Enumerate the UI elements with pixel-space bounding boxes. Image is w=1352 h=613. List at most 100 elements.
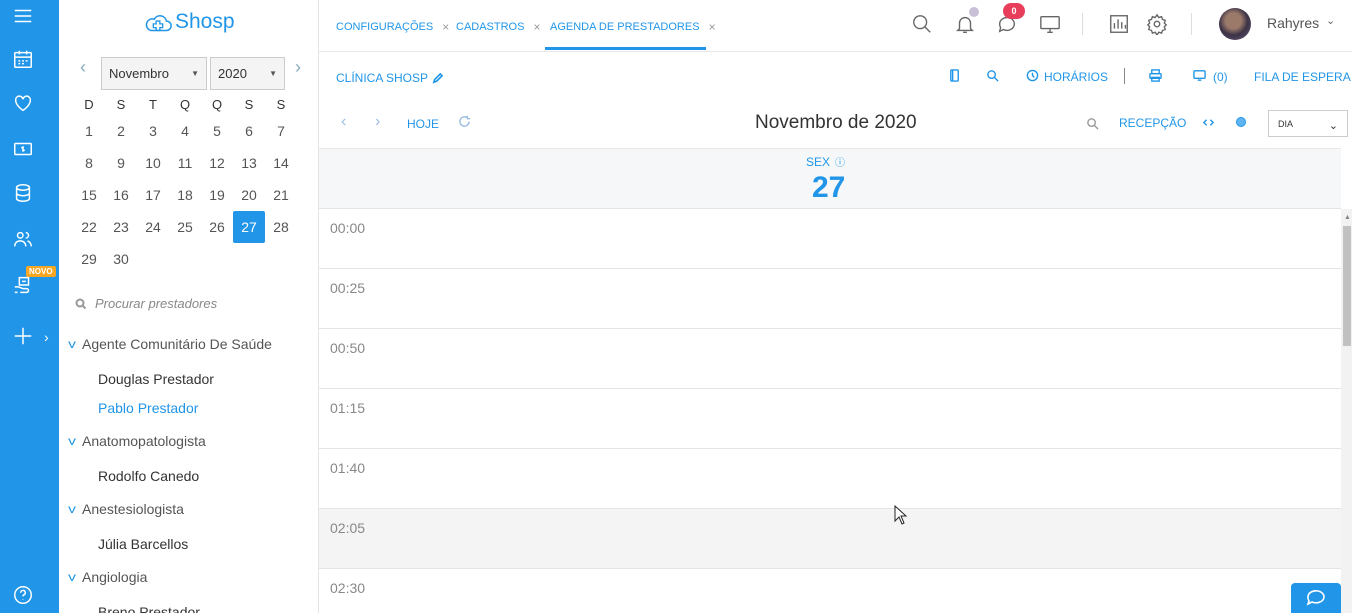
waiting-monitor-icon[interactable] [1193,69,1207,83]
tab-agenda-prestadores[interactable]: AGENDA DE PRESTADORES × [550,20,716,34]
refresh-icon[interactable] [458,115,472,129]
slot-time-label: 01:15 [330,400,366,416]
calendar-day[interactable]: 30 [105,243,137,275]
provider-group[interactable]: v Anestesiologista [68,501,184,517]
calendar-day[interactable]: 8 [73,147,105,179]
time-slot[interactable]: 02:30 [319,569,1341,613]
calendar-day[interactable]: 9 [105,147,137,179]
provider-item-active[interactable]: Pablo Prestador [98,400,198,416]
time-slot[interactable]: 01:40 [319,449,1341,509]
waiting-count[interactable]: (0) [1213,70,1228,84]
provider-group[interactable]: v Anatomopatologista [68,433,206,449]
provider-group[interactable]: v Angiologia [68,569,147,585]
time-slot[interactable]: 00:25 [319,269,1341,329]
time-slot[interactable]: 00:00 [319,209,1341,269]
search-icon[interactable] [1086,117,1102,133]
calendar-day[interactable]: 18 [169,179,201,211]
avatar[interactable] [1219,8,1251,40]
plus-icon[interactable] [10,323,36,349]
tab-configuracoes[interactable]: CONFIGURAÇÕES × [336,20,449,34]
calendar-day[interactable]: 5 [201,115,233,147]
monitor-icon[interactable] [1039,13,1063,37]
heart-icon[interactable] [10,90,36,116]
month-select[interactable]: Novembro ▼ [101,57,207,90]
calendar-day[interactable]: 3 [137,115,169,147]
calendar-day[interactable]: 21 [265,179,297,211]
code-icon[interactable] [1202,116,1216,130]
time-slot[interactable]: 01:15 [319,389,1341,449]
calendar-day[interactable]: 26 [201,211,233,243]
logo[interactable]: Shosp [143,9,235,35]
provider-item[interactable]: Breno Prestador [98,604,200,613]
users-icon[interactable] [10,226,36,252]
clinic-selector[interactable]: CLÍNICA SHOSP [336,71,444,85]
time-slot[interactable]: 02:05 [319,509,1341,569]
next-month-icon[interactable]: › [295,57,301,78]
tab-cadastros[interactable]: CADASTROS × [456,20,540,34]
time-slot[interactable]: 00:50 [319,329,1341,389]
provider-item[interactable]: Douglas Prestador [98,371,214,387]
calendar-day[interactable]: 17 [137,179,169,211]
help-icon[interactable] [10,582,36,608]
search-icon[interactable] [986,69,1000,83]
chevron-right-icon[interactable]: › [44,329,49,345]
view-select[interactable]: DIA ⌄ [1268,110,1348,137]
chevron-down-icon[interactable]: ⌄ [1326,14,1335,27]
calendar-day[interactable]: 11 [169,147,201,179]
book-icon[interactable] [948,69,962,83]
calendar-day[interactable]: 15 [73,179,105,211]
search-icon [75,298,87,309]
recepcao-button[interactable]: RECEPÇÃO [1119,116,1186,130]
close-icon[interactable]: × [533,20,540,34]
username[interactable]: Rahyres [1267,15,1319,31]
chevron-down-icon: v [68,337,76,351]
fila-espera-button[interactable]: FILA DE ESPERA [1254,70,1351,84]
close-icon[interactable]: × [442,20,449,34]
status-dot[interactable] [1236,117,1246,127]
mini-calendar: D S T Q Q S S 1 2 3 4 5 6 7 8 9 10 11 12 13 14 15 16 17 18 19 20 21… [73,93,313,275]
prev-day-icon[interactable]: ‹ [341,113,346,131]
calendar-day[interactable]: 4 [169,115,201,147]
calendar-day[interactable]: 14 [265,147,297,179]
calendar-day[interactable]: 6 [233,115,265,147]
print-icon[interactable] [1149,69,1163,83]
calendar-day[interactable]: 12 [201,147,233,179]
scrollbar-thumb[interactable] [1343,226,1351,346]
year-select[interactable]: 2020 ▼ [210,57,285,90]
calendar-day[interactable]: 10 [137,147,169,179]
calendar-day[interactable]: 19 [201,179,233,211]
calendar-day[interactable]: 29 [73,243,105,275]
today-button[interactable]: HOJE [407,117,439,131]
calendar-day[interactable]: 25 [169,211,201,243]
reports-icon[interactable] [1108,13,1132,37]
provider-item[interactable]: Júlia Barcellos [98,536,188,552]
menu-icon[interactable] [10,3,36,29]
calendar-day-selected[interactable]: 27 [233,211,265,243]
calendar-day[interactable]: 13 [233,147,265,179]
provider-item[interactable]: Rodolfo Canedo [98,468,199,484]
info-icon[interactable]: ⓘ [835,154,845,169]
calendar-day[interactable]: 20 [233,179,265,211]
provider-group[interactable]: v Agente Comunitário De Saúde [68,336,272,352]
clock-icon[interactable] [1026,69,1040,83]
gear-icon[interactable] [1146,13,1170,37]
calendar-day[interactable]: 16 [105,179,137,211]
money-icon[interactable] [10,136,36,162]
calendar-icon[interactable] [10,46,36,72]
calendar-day[interactable]: 2 [105,115,137,147]
next-day-icon[interactable]: › [375,113,380,131]
calendar-day[interactable]: 1 [73,115,105,147]
scroll-up-icon[interactable]: ▲ [1344,214,1351,221]
database-icon[interactable] [10,180,36,206]
calendar-day[interactable]: 23 [105,211,137,243]
chat-support-button[interactable] [1291,583,1341,613]
horarios-button[interactable]: HORÁRIOS [1044,70,1108,84]
calendar-day[interactable]: 28 [265,211,297,243]
provider-search[interactable]: Procurar prestadores [75,296,217,311]
calendar-day[interactable]: 24 [137,211,169,243]
prev-month-icon[interactable]: ‹ [80,57,86,78]
search-icon[interactable] [911,13,935,37]
calendar-day[interactable]: 22 [73,211,105,243]
close-icon[interactable]: × [709,20,716,34]
calendar-day[interactable]: 7 [265,115,297,147]
